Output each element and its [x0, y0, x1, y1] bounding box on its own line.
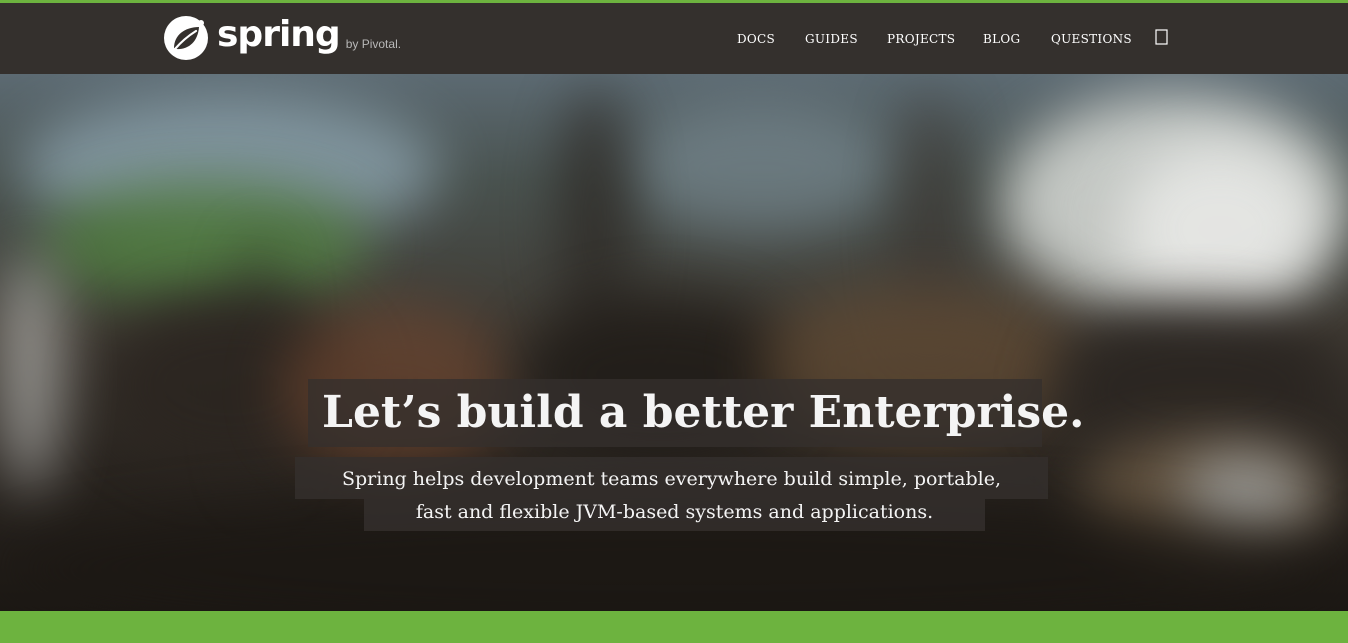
green-footer-band	[0, 611, 1348, 643]
search-button[interactable]	[1155, 29, 1168, 45]
nav-blog[interactable]: BLOG	[983, 32, 1020, 46]
nav-questions[interactable]: QUESTIONS	[1051, 32, 1132, 46]
spring-wordmark: spring	[217, 14, 341, 55]
nav-docs[interactable]: DOCS	[737, 32, 775, 46]
site-header: spring by Pivotal. DOCS GUIDES PROJECTS …	[0, 3, 1348, 74]
nav-guides[interactable]: GUIDES	[805, 32, 858, 46]
search-icon	[1155, 29, 1168, 45]
nav-projects[interactable]: PROJECTS	[887, 32, 955, 46]
hero-banner: Let’s build a better Enterprise. Spring …	[0, 74, 1348, 611]
spring-leaf-icon	[164, 16, 208, 60]
hero-subline-box-1: Spring helps development teams everywher…	[295, 457, 1048, 499]
hero-subline-1: Spring helps development teams everywher…	[341, 468, 1002, 490]
hero-subline-2: fast and flexible JVM-based systems and …	[415, 501, 934, 523]
pivotal-byline: by Pivotal.	[345, 37, 402, 51]
hero-headline-box: Let’s build a better Enterprise.	[308, 379, 1084, 447]
hero-subline-box-2: fast and flexible JVM-based systems and …	[364, 499, 985, 531]
hero-headline: Let’s build a better Enterprise.	[322, 387, 1085, 438]
spring-home-link[interactable]: spring by Pivotal.	[163, 14, 401, 62]
